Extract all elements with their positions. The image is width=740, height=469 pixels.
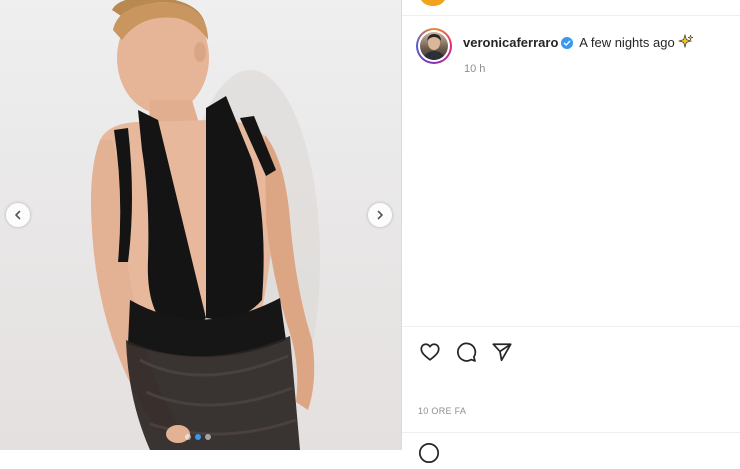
- post-timestamp: 10 ORE FA: [418, 406, 467, 416]
- post-media[interactable]: [0, 0, 401, 450]
- chevron-right-icon: [377, 210, 383, 220]
- partial-avatar: [420, 0, 446, 6]
- verified-badge-icon: [561, 37, 574, 53]
- caption-text: A few nights ago: [579, 35, 675, 50]
- action-bar: [418, 340, 514, 364]
- share-button[interactable]: [490, 340, 514, 364]
- emoji-icon: [418, 442, 440, 464]
- sparkles-emoji-icon: [677, 33, 694, 54]
- paper-plane-icon: [492, 343, 512, 362]
- caption-timestamp: 10 h: [464, 63, 486, 75]
- divider: [402, 15, 740, 16]
- emoji-button[interactable]: [418, 442, 440, 469]
- caption: veronicaferraro A few nights ago: [463, 33, 694, 54]
- caption-row: veronicaferraro A few nights ago: [416, 28, 694, 64]
- carousel-prev-button[interactable]: [6, 203, 30, 227]
- carousel-dot: [205, 434, 211, 440]
- post-details-panel: veronicaferraro A few nights ago 10 h 10…: [401, 0, 740, 464]
- divider: [402, 326, 740, 327]
- comment-button[interactable]: [454, 340, 478, 364]
- divider: [402, 432, 740, 433]
- post-photo: [91, 0, 320, 450]
- avatar[interactable]: [416, 28, 452, 64]
- carousel-next-button[interactable]: [368, 203, 392, 227]
- carousel-dot: [185, 434, 191, 440]
- heart-icon: [420, 343, 440, 361]
- comment-bubble-icon: [457, 342, 477, 362]
- like-button[interactable]: [418, 340, 442, 364]
- carousel-dot-active: [195, 434, 201, 440]
- username-link[interactable]: veronicaferraro: [463, 35, 558, 50]
- avatar-image: [420, 32, 448, 60]
- chevron-left-icon: [15, 210, 21, 220]
- carousel-indicator: [185, 434, 211, 440]
